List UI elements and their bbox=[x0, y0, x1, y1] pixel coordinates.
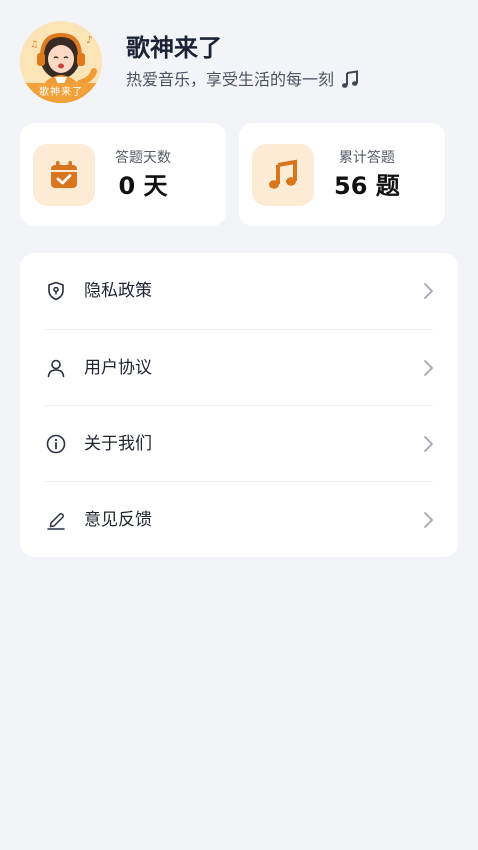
profile-header: ♪ ♫ 歌神来了 歌神来了 热爱音乐，享受生活的每一刻 bbox=[20, 20, 360, 104]
stat-text: 答题天数 0 天 bbox=[115, 148, 171, 202]
app-name: 歌神来了 bbox=[126, 34, 222, 62]
menu-item-user-agreement[interactable]: 用户协议 bbox=[20, 330, 458, 406]
calendar-check-icon bbox=[33, 143, 95, 206]
menu-item-label: 关于我们 bbox=[84, 434, 152, 454]
svg-text:♪: ♪ bbox=[86, 35, 92, 46]
menu-item-label: 用户协议 bbox=[84, 358, 152, 378]
chevron-right-icon bbox=[421, 282, 435, 300]
user-icon bbox=[46, 358, 66, 378]
stat-value: 56 题 bbox=[334, 171, 400, 200]
svg-text:♫: ♫ bbox=[30, 40, 38, 50]
music-note-icon bbox=[252, 143, 314, 206]
menu-item-privacy-policy[interactable]: 隐私政策 bbox=[20, 253, 458, 329]
profile-page: ♪ ♫ 歌神来了 歌神来了 热爱音乐，享受生活的每一刻 答题天数 0 天 累计答… bbox=[0, 0, 478, 850]
slogan-text: 热爱音乐，享受生活的每一刻 bbox=[126, 70, 335, 89]
profile-text: 歌神来了 热爱音乐，享受生活的每一刻 bbox=[126, 33, 360, 91]
avatar-badge: 歌神来了 bbox=[20, 83, 102, 103]
chevron-right-icon bbox=[421, 511, 435, 529]
stat-label: 答题天数 bbox=[115, 149, 171, 166]
music-note-icon bbox=[340, 70, 360, 90]
slogan: 热爱音乐，享受生活的每一刻 bbox=[126, 69, 360, 91]
avatar[interactable]: ♪ ♫ 歌神来了 bbox=[20, 21, 102, 103]
menu-item-label: 隐私政策 bbox=[84, 281, 152, 301]
menu-item-about-us[interactable]: 关于我们 bbox=[20, 406, 458, 482]
info-icon bbox=[46, 434, 66, 454]
stat-text: 累计答题 56 题 bbox=[334, 148, 400, 202]
chevron-right-icon bbox=[421, 359, 435, 377]
stat-card-total-answers: 累计答题 56 题 bbox=[239, 123, 445, 226]
menu-item-feedback[interactable]: 意见反馈 bbox=[20, 482, 458, 558]
stat-value: 0 天 bbox=[118, 171, 168, 200]
edit-pen-icon bbox=[46, 510, 66, 530]
shield-lock-icon bbox=[46, 281, 66, 301]
stat-label: 累计答题 bbox=[338, 149, 395, 166]
chevron-right-icon bbox=[421, 435, 435, 453]
settings-menu: 隐私政策 用户协议 关于我们 意见反馈 bbox=[20, 253, 458, 557]
menu-item-label: 意见反馈 bbox=[84, 510, 152, 530]
stat-card-answer-days: 答题天数 0 天 bbox=[20, 123, 226, 226]
